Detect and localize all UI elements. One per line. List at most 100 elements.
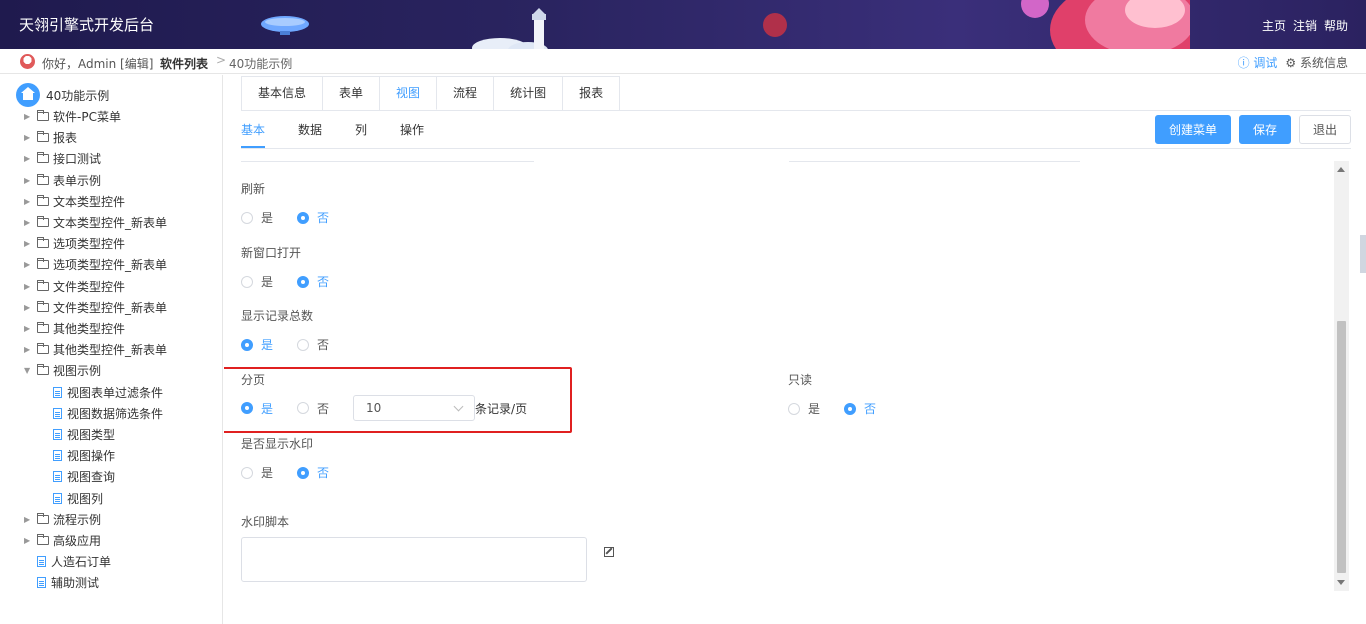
caret-right-icon[interactable]: ▶ (24, 112, 34, 121)
sidebar-item[interactable]: ▶ 接口测试 (24, 148, 101, 169)
breadcrumb-software-list[interactable]: 软件列表 (160, 55, 208, 72)
tab-report[interactable]: 报表 (563, 77, 619, 110)
folder-icon (37, 237, 49, 249)
sidebar-item[interactable]: 辅助测试 (37, 572, 99, 593)
sidebar-item[interactable]: ▶ 软件-PC菜单 (24, 106, 121, 127)
radio-label: 否 (317, 466, 330, 480)
form-scrollbar[interactable] (1334, 161, 1349, 591)
radio-new-window-yes[interactable]: 是 (241, 273, 273, 290)
caret-right-icon[interactable]: ▶ (24, 176, 34, 185)
radio-dot (297, 211, 310, 224)
sidebar-item[interactable]: ▶ 表单示例 (24, 170, 101, 191)
sidebar-item-label: 视图操作 (67, 449, 116, 464)
watermark-script-textarea[interactable] (241, 537, 587, 582)
sidebar-item-label: 软件-PC菜单 (53, 110, 121, 124)
sidebar-item-label: 文本类型控件 (53, 194, 126, 209)
home-link[interactable]: 主页 (1262, 17, 1286, 34)
logout-link[interactable]: 注销 (1293, 17, 1317, 34)
sidebar-item[interactable]: ▶ 文件类型控件 (24, 276, 125, 297)
radio-readonly-no[interactable]: 否 (844, 400, 876, 417)
sidebar-item[interactable]: 视图类型 (53, 424, 115, 445)
help-link[interactable]: 帮助 (1324, 17, 1348, 34)
subtab-columns[interactable]: 列 (355, 120, 367, 148)
greeting-text[interactable]: 你好，Admin [编辑] (42, 55, 153, 72)
breadcrumb-actions: ⓘ 调试 ⚙ 系统信息 (1238, 54, 1348, 71)
page-scroll-handle[interactable] (1360, 235, 1366, 273)
caret-right-icon[interactable]: ▶ (24, 154, 34, 163)
radio-watermark-no[interactable]: 否 (297, 464, 329, 481)
radio-show-total-yes[interactable]: 是 (241, 336, 273, 353)
caret-down-icon[interactable]: ▼ (24, 366, 34, 375)
caret-right-icon[interactable]: ▶ (24, 324, 34, 333)
field-label: 只读 (788, 373, 813, 387)
sidebar-item[interactable]: ▶ 文本类型控件 (24, 191, 125, 212)
caret-right-icon[interactable]: ▶ (24, 536, 34, 545)
tab-form[interactable]: 表单 (323, 77, 381, 110)
chevron-down-icon (453, 401, 464, 411)
sidebar-item[interactable]: ▶ 选项类型控件 (24, 233, 125, 254)
system-info-link[interactable]: ⚙ 系统信息 (1285, 54, 1348, 71)
caret-right-icon[interactable]: ▶ (24, 303, 34, 312)
tab-chart[interactable]: 统计图 (494, 77, 564, 110)
sidebar-item[interactable]: ▶ 高级应用 (24, 530, 101, 551)
caret-right-icon[interactable]: ▶ (24, 239, 34, 248)
radio-refresh-no[interactable]: 否 (297, 209, 329, 226)
tab-flow[interactable]: 流程 (437, 77, 495, 110)
sidebar-item[interactable]: 视图表单过滤条件 (53, 382, 163, 403)
sidebar-item-label: 选项类型控件 (53, 237, 126, 252)
sidebar-item[interactable]: ▼ 视图示例 (24, 360, 101, 381)
subtab-basic[interactable]: 基本 (241, 120, 266, 148)
scroll-thumb[interactable] (1337, 321, 1346, 573)
exit-button[interactable]: 退出 (1298, 115, 1351, 144)
sidebar-item[interactable]: ▶ 其他类型控件 (24, 318, 125, 339)
caret-right-icon[interactable]: ▶ (24, 133, 34, 142)
caret-right-icon[interactable]: ▶ (24, 515, 34, 524)
tab-basic-info[interactable]: 基本信息 (242, 77, 324, 110)
tabs-divider (241, 110, 1351, 111)
radio-paging-yes[interactable]: 是 (241, 400, 273, 417)
sidebar-item[interactable]: ▶ 报表 (24, 127, 77, 148)
sidebar-item[interactable]: 视图操作 (53, 445, 115, 466)
sidebar-item[interactable]: ▶ 其他类型控件_新表单 (24, 339, 167, 360)
create-menu-button[interactable]: 创建菜单 (1154, 115, 1231, 144)
sidebar-item[interactable]: ▶ 文本类型控件_新表单 (24, 212, 167, 233)
caret-right-icon[interactable]: ▶ (24, 197, 34, 206)
radio-new-window-no[interactable]: 否 (297, 273, 329, 290)
radio-dot (241, 211, 253, 224)
radio-paging-no[interactable]: 否 (297, 400, 329, 417)
subtab-data[interactable]: 数据 (298, 120, 322, 148)
sidebar-item-label: 流程示例 (53, 512, 102, 527)
radio-watermark-yes[interactable]: 是 (241, 464, 273, 481)
field-label: 新窗口打开 (241, 246, 302, 260)
debug-link[interactable]: ⓘ 调试 (1238, 54, 1278, 71)
sidebar-item[interactable]: ▶ 文件类型控件_新表单 (24, 297, 167, 318)
sidebar-item[interactable]: 视图数据筛选条件 (53, 403, 163, 424)
scroll-down-icon[interactable] (1337, 580, 1345, 585)
tree-root[interactable]: 40功能示例 (16, 83, 109, 107)
radio-refresh-yes[interactable]: 是 (241, 209, 273, 226)
edit-icon[interactable] (604, 547, 614, 557)
save-button[interactable]: 保存 (1238, 115, 1291, 144)
field-refresh: 刷新 是 否 (241, 180, 353, 226)
subtabs-divider (241, 148, 1351, 149)
radio-label: 是 (261, 338, 274, 352)
tab-view[interactable]: 视图 (380, 77, 438, 110)
radio-readonly-yes[interactable]: 是 (788, 400, 820, 417)
page-size-select[interactable]: 10 (353, 395, 476, 421)
caret-right-icon[interactable]: ▶ (24, 260, 34, 269)
caret-right-icon[interactable]: ▶ (24, 345, 34, 354)
radio-label: 否 (317, 275, 330, 289)
caret-right-icon[interactable]: ▶ (24, 218, 34, 227)
sidebar-item[interactable]: ▶ 流程示例 (24, 509, 101, 530)
radio-label: 否 (317, 211, 330, 225)
scroll-up-icon[interactable] (1337, 167, 1345, 172)
subtab-actions[interactable]: 操作 (400, 120, 424, 148)
caret-right-icon[interactable]: ▶ (24, 282, 34, 291)
sidebar-item[interactable]: 视图列 (53, 488, 103, 509)
radio-show-total-no[interactable]: 否 (297, 336, 329, 353)
sidebar-item[interactable]: ▶ 选项类型控件_新表单 (24, 254, 167, 275)
radio-label: 否 (864, 402, 877, 416)
sidebar-item[interactable]: 视图查询 (53, 466, 115, 487)
sidebar-item[interactable]: 人造石订单 (37, 551, 111, 572)
radio-label: 是 (261, 401, 274, 416)
